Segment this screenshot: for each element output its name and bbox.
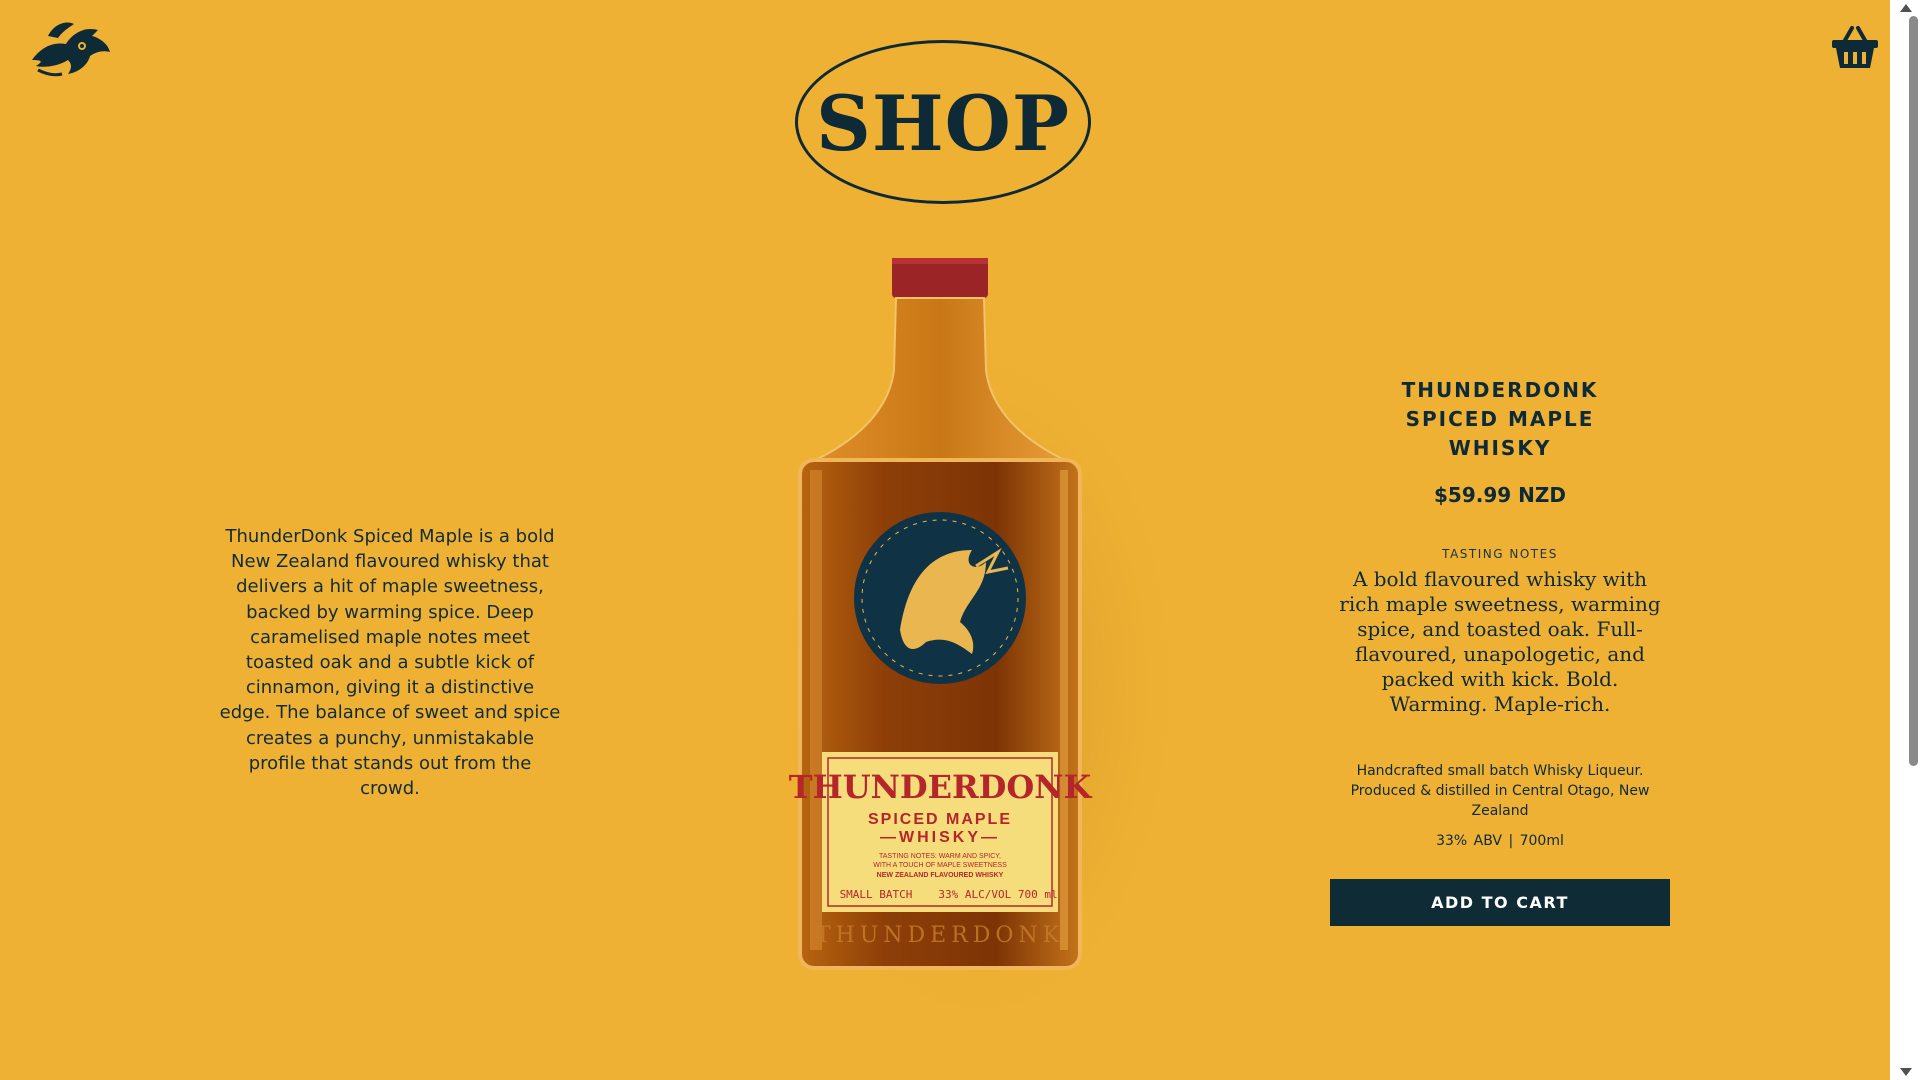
label-tasting-2: WITH A TOUCH OF MAPLE SWEETNESS — [873, 862, 1007, 869]
add-to-cart-button[interactable]: ADD TO CART — [1330, 879, 1670, 926]
scrollbar-thumb[interactable] — [1909, 16, 1918, 766]
label-brand: THUNDERDONK — [789, 768, 1093, 806]
product-bottle-image: THUNDERDONK SPICED MAPLE —WHISKY— TASTIN… — [740, 250, 1190, 1010]
bottle-illustration: THUNDERDONK SPICED MAPLE —WHISKY— TASTIN… — [770, 258, 1190, 1010]
leaping-creature-logo-icon — [32, 22, 110, 77]
bottle-embossed-text: THUNDERDONK — [816, 923, 1064, 948]
basket-icon — [1832, 26, 1878, 68]
label-tasting-1: TASTING NOTES: WARM AND SPICY, — [879, 853, 1001, 860]
label-origin: NEW ZEALAND FLAVOURED WHISKY — [877, 872, 1004, 879]
product-name-line: SPICED MAPLE — [1405, 407, 1595, 431]
brand-logo[interactable] — [28, 16, 112, 78]
tasting-notes-text: A bold flavoured whisky with rich maple … — [1339, 567, 1661, 716]
scroll-up-arrow-icon[interactable] — [1900, 4, 1912, 12]
product-panel: THUNDERDONK SPICED MAPLE WHISKY $59.99 N… — [1330, 376, 1670, 926]
page-title: SHOP — [815, 78, 1071, 168]
vertical-scrollbar[interactable] — [1890, 0, 1920, 1080]
label-type: —WHISKY— — [880, 829, 1000, 846]
cart-button[interactable] — [1830, 24, 1880, 70]
shop-title-badge: SHOP — [795, 40, 1091, 204]
product-name: THUNDERDONK SPICED MAPLE WHISKY — [1330, 376, 1670, 463]
product-price: $59.99 NZD — [1434, 483, 1566, 507]
scroll-down-arrow-icon[interactable] — [1900, 1068, 1912, 1076]
product-name-line: THUNDERDONK — [1401, 378, 1599, 402]
product-origin: Handcrafted small batch Whisky Liqueur. … — [1350, 763, 1650, 819]
tasting-notes-label: TASTING NOTES — [1442, 547, 1558, 561]
label-variant: SPICED MAPLE — [868, 811, 1012, 828]
label-batch: SMALL BATCH — [840, 888, 913, 901]
product-specs: 33% ABV | 700ml — [1436, 833, 1564, 849]
label-abv: 33% ALC/VOL 700 ml — [938, 888, 1057, 901]
product-name-line: WHISKY — [1448, 436, 1552, 460]
product-description: ThunderDonk Spiced Maple is a bold New Z… — [219, 526, 561, 800]
page: SHOP ThunderDonk Spiced Maple is a bold … — [0, 0, 1890, 1080]
